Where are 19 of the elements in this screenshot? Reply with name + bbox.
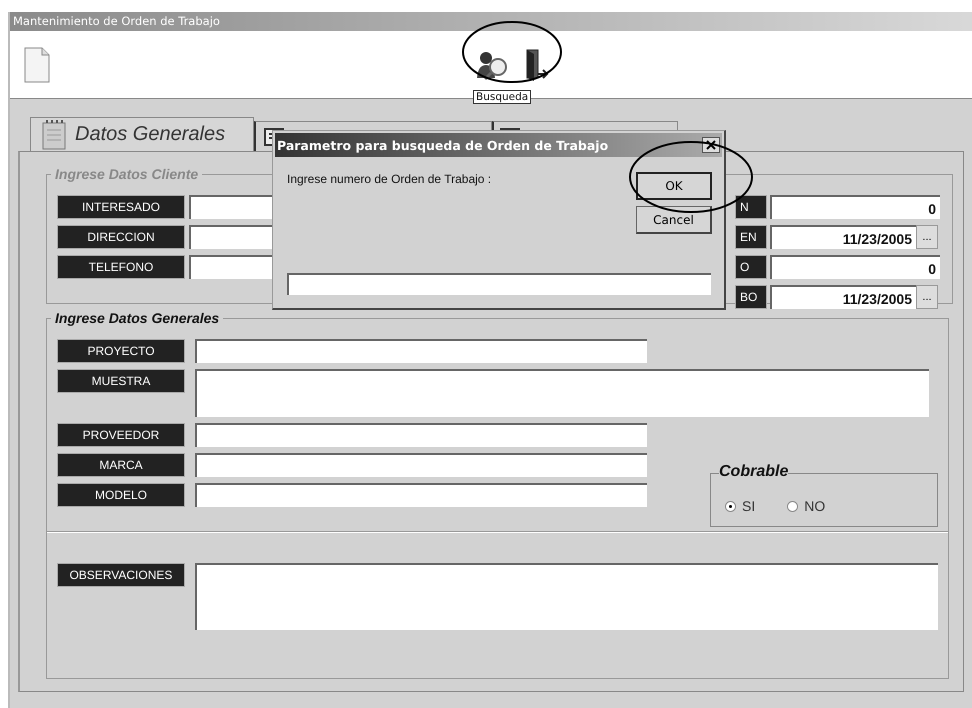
field-label: MODELO xyxy=(57,483,185,507)
field-label: PROVEEDOR xyxy=(57,423,185,447)
tooltip: Busqueda xyxy=(473,90,532,104)
field-label: PROYECTO xyxy=(57,339,185,363)
field-label: OBSERVACIONES xyxy=(57,563,185,587)
prompt-text: Ingrese numero de Orden de Trabajo : xyxy=(287,172,492,188)
field-label: INTERESADO xyxy=(57,195,185,219)
field-label: BO xyxy=(735,285,767,309)
field-label: DIRECCION xyxy=(57,225,185,249)
field-label: EN xyxy=(735,225,767,249)
group-title: Ingrese Datos Generales xyxy=(51,310,224,326)
field-label: MARCA xyxy=(57,453,185,477)
window-title: Mantenimiento de Orden de Trabajo xyxy=(10,12,972,31)
field-label: N xyxy=(735,195,767,219)
group-title: Ingrese Datos Cliente xyxy=(51,166,202,182)
field-label: TELEFONO xyxy=(57,255,185,279)
dialog-title: Parametro para busqueda de Orden de Trabajo xyxy=(277,138,608,152)
field-label: O xyxy=(735,255,767,279)
field-label: MUESTRA xyxy=(57,369,185,393)
